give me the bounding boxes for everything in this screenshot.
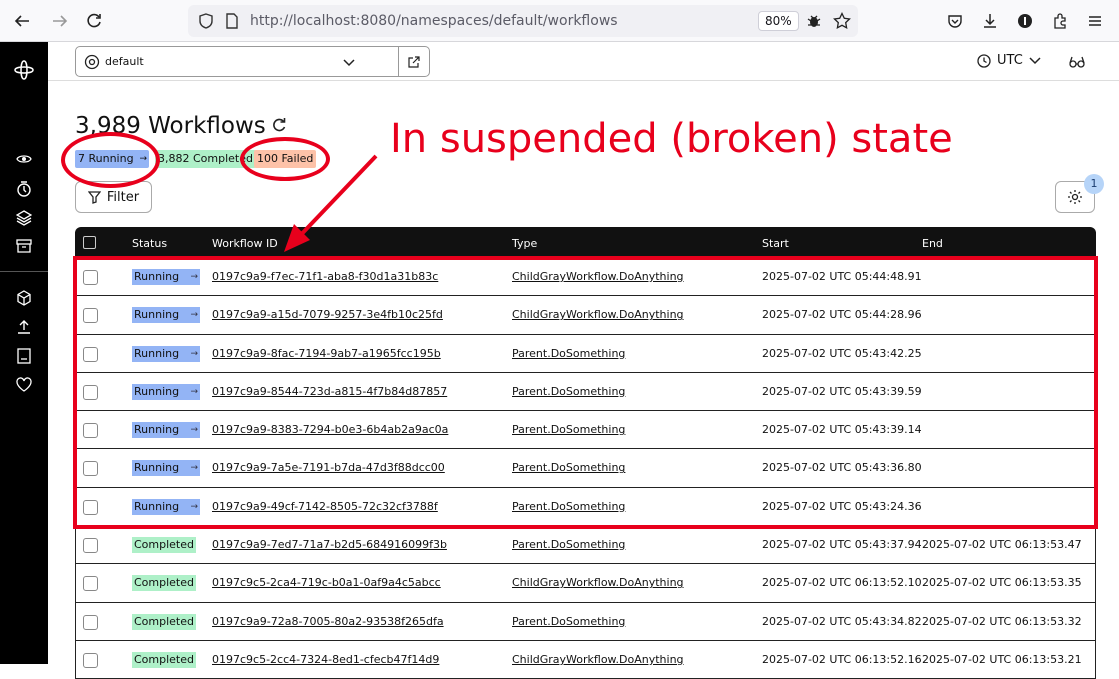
glasses-icon[interactable] [1069, 54, 1085, 73]
docs-book-icon[interactable] [14, 346, 34, 366]
column-header-status[interactable]: Status [132, 237, 167, 250]
bookmark-star-icon[interactable] [833, 11, 851, 34]
end-time: 2025-07-02 UTC 06:13:53.32 [922, 614, 1082, 628]
sidebar-divider [0, 271, 48, 272]
upload-icon[interactable] [14, 317, 34, 337]
timezone-value: UTC [997, 53, 1023, 68]
workflow-type-link[interactable]: ChildGrayWorkflow.DoAnything [512, 576, 684, 589]
gear-icon [1068, 190, 1082, 204]
table-row[interactable]: Completed 0197c9c5-2cc4-7324-8ed1-cfecb47… [75, 640, 1096, 679]
shield-icon[interactable] [198, 13, 214, 33]
table-row[interactable]: Completed 0197c9a9-7ed7-71a7-b2d5-6849160… [75, 526, 1096, 565]
filter-icon [87, 190, 101, 204]
column-header-workflow-id[interactable]: Workflow ID [212, 237, 278, 250]
refresh-icon[interactable] [270, 116, 288, 138]
reload-icon[interactable] [82, 9, 106, 33]
menu-icon[interactable] [1084, 10, 1106, 32]
workflow-type-link[interactable]: Parent.DoSomething [512, 538, 625, 551]
annotation-text: In suspended (broken) state [390, 116, 953, 162]
zoom-level[interactable]: 80% [758, 11, 799, 31]
annotation-arrow [284, 154, 378, 252]
namespace-icon [84, 54, 100, 74]
status-badge: Completed [132, 537, 196, 554]
clock-icon [977, 53, 991, 68]
workflow-id-link[interactable]: 0197c9c5-2cc4-7324-8ed1-cfecb47f14d9 [212, 653, 439, 666]
page-icon[interactable] [225, 13, 239, 33]
status-badge: Completed [132, 613, 196, 630]
sidebar [0, 42, 48, 664]
column-header-end[interactable]: End [922, 237, 943, 250]
account-icon[interactable] [1014, 10, 1036, 32]
forward-icon[interactable] [48, 9, 72, 33]
select-all-checkbox[interactable] [83, 236, 96, 249]
start-time: 2025-07-02 UTC 06:13:52.16 [762, 652, 922, 666]
chevron-down-icon[interactable] [342, 55, 356, 74]
url-host: http://localhost [250, 13, 356, 29]
start-time: 2025-07-02 UTC 06:13:52.10 [762, 576, 922, 590]
annotation-highlight-box [73, 256, 1098, 529]
url-path: :8080/namespaces/default/workflows [355, 13, 618, 29]
start-time: 2025-07-02 UTC 05:43:37.94 [762, 538, 922, 552]
batch-icon[interactable] [14, 208, 34, 228]
column-header-start[interactable]: Start [762, 237, 789, 250]
temporal-logo-icon[interactable] [14, 60, 34, 80]
feedback-heart-icon[interactable] [14, 375, 34, 395]
row-checkbox[interactable] [83, 576, 98, 592]
schedules-icon[interactable] [14, 179, 34, 199]
table-header: Status Workflow ID Type Start End [75, 227, 1096, 258]
column-header-type[interactable]: Type [512, 237, 537, 250]
status-badge: Completed [132, 575, 196, 592]
end-time: 2025-07-02 UTC 06:13:53.47 [922, 538, 1082, 552]
external-link-button[interactable] [398, 46, 430, 77]
annotation-circle-running [61, 132, 160, 188]
url-text: http://localhost:8080/namespaces/default… [250, 13, 618, 29]
end-time: 2025-07-02 UTC 06:13:53.21 [922, 652, 1082, 666]
back-icon[interactable] [10, 9, 34, 33]
top-nav: default UTC [48, 42, 1119, 81]
workflow-type-link[interactable]: Parent.DoSomething [512, 615, 625, 628]
settings-count-badge: 1 [1084, 174, 1104, 194]
status-badge: Completed [132, 651, 196, 668]
table-row[interactable]: Completed 0197c9c5-2ca4-719c-b0a1-0af9a4c… [75, 564, 1096, 603]
download-icon[interactable] [979, 10, 1001, 32]
bug-icon[interactable] [806, 13, 822, 33]
workflow-id-link[interactable]: 0197c9a9-7ed7-71a7-b2d5-684916099f3b [212, 538, 447, 551]
workflow-type-link[interactable]: ChildGrayWorkflow.DoAnything [512, 653, 684, 666]
namespace-select[interactable]: default [75, 46, 399, 77]
namespace-value: default [105, 55, 144, 68]
workflow-id-link[interactable]: 0197c9c5-2ca4-719c-b0a1-0af9a4c5abcc [212, 576, 441, 589]
chevron-down-icon [1029, 56, 1041, 64]
external-link-icon [408, 55, 420, 68]
filter-label: Filter [106, 189, 140, 205]
workflow-id-link[interactable]: 0197c9a9-72a8-7005-80a2-93538f265dfa [212, 615, 444, 628]
extensions-icon[interactable] [1049, 10, 1071, 32]
end-time: 2025-07-02 UTC 06:13:53.35 [922, 576, 1082, 590]
start-time: 2025-07-02 UTC 05:43:34.82 [762, 614, 922, 628]
timezone-select[interactable]: UTC [977, 53, 1041, 68]
row-checkbox[interactable] [83, 614, 98, 630]
workflows-icon[interactable] [14, 149, 34, 169]
table-row[interactable]: Completed 0197c9a9-72a8-7005-80a2-93538f2… [75, 602, 1096, 641]
browser-toolbar: http://localhost:8080/namespaces/default… [0, 0, 1119, 42]
row-checkbox[interactable] [83, 538, 98, 554]
address-bar[interactable]: http://localhost:8080/namespaces/default… [188, 5, 858, 37]
row-checkbox[interactable] [83, 652, 98, 668]
pocket-icon[interactable] [944, 10, 966, 32]
namespaces-cube-icon[interactable] [14, 288, 34, 308]
archive-icon[interactable] [14, 236, 34, 256]
